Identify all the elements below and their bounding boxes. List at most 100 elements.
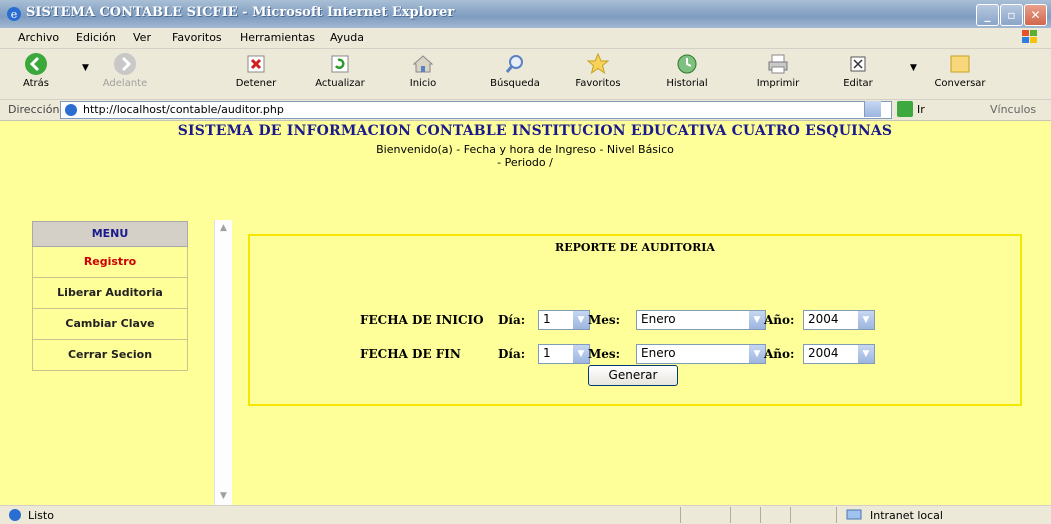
status-divider: [730, 507, 731, 523]
start-year-select[interactable]: 2004 ▼: [803, 310, 875, 330]
start-month-value: Enero: [641, 312, 676, 326]
end-day-select[interactable]: 1 ▼: [538, 344, 590, 364]
start-year-value: 2004: [808, 312, 839, 326]
scroll-down-icon[interactable]: ▼: [216, 489, 231, 504]
side-menu: MENU Registro Liberar Auditoria Cambiar …: [32, 221, 188, 371]
menu-ver[interactable]: Ver: [133, 31, 151, 44]
status-bar: Listo Intranet local: [0, 505, 1051, 524]
history-label: Historial: [666, 78, 708, 89]
star-icon: [586, 52, 610, 75]
links-label[interactable]: Vínculos: [990, 103, 1036, 116]
start-day-value: 1: [543, 312, 551, 326]
edit-label: Editar: [843, 78, 873, 89]
edit-icon: [850, 56, 866, 72]
page-icon: [65, 104, 77, 116]
start-day-label: Día:: [498, 313, 526, 327]
status-divider: [760, 507, 761, 523]
menu-favoritos[interactable]: Favoritos: [172, 31, 222, 44]
stop-label: Detener: [235, 78, 277, 89]
stop-icon: [247, 55, 265, 73]
menu-item-cerrar-secion[interactable]: Cerrar Secion: [32, 340, 188, 371]
start-month-select[interactable]: Enero ▼: [636, 310, 766, 330]
go-arrow-icon[interactable]: [897, 101, 913, 117]
menu-item-registro[interactable]: Registro: [32, 247, 188, 278]
start-year-label: Año:: [764, 313, 795, 327]
edit-dropdown-icon[interactable]: ▼: [910, 63, 917, 73]
print-button[interactable]: Imprimir: [752, 52, 804, 89]
stop-button[interactable]: Detener: [232, 52, 280, 89]
menu-edicion[interactable]: Edición: [76, 31, 116, 44]
menu-item-liberar-auditoria[interactable]: Liberar Auditoria: [32, 278, 188, 309]
go-button[interactable]: Ir: [917, 103, 925, 116]
status-text: Listo: [28, 509, 54, 522]
menu-scrollbar[interactable]: ▲ ▼: [214, 220, 232, 505]
forward-arrow-icon: [114, 53, 136, 75]
address-input[interactable]: http://localhost/contable/auditor.php: [60, 101, 892, 119]
ie-logo-icon: e: [7, 7, 21, 21]
search-label: Búsqueda: [490, 78, 540, 89]
maximize-button[interactable]: ▫: [1000, 4, 1023, 26]
start-date-label: FECHA DE INICIO: [360, 313, 484, 327]
back-dropdown-icon[interactable]: ▼: [82, 63, 89, 73]
start-month-label: Mes:: [588, 313, 621, 327]
discuss-label: Conversar: [934, 78, 986, 89]
history-icon: [677, 54, 697, 74]
chevron-down-icon: ▼: [573, 345, 589, 363]
end-date-row: FECHA DE FIN Día: 1 ▼ Mes: Enero ▼ Año: 20…: [250, 344, 1020, 364]
search-icon: [505, 55, 523, 73]
address-bar: Dirección http://localhost/contable/audi…: [0, 100, 1051, 121]
start-date-row: FECHA DE INICIO Día: 1 ▼ Mes: Enero ▼ Año:…: [250, 310, 1020, 330]
end-day-label: Día:: [498, 347, 526, 361]
address-dropdown-icon[interactable]: [864, 101, 881, 117]
browser-window: e SISTEMA CONTABLE SICFIE - Microsoft In…: [0, 0, 1051, 524]
favorites-label: Favoritos: [575, 78, 621, 89]
refresh-button[interactable]: Actualizar: [312, 52, 368, 89]
menu-archivo[interactable]: Archivo: [18, 31, 59, 44]
report-title: REPORTE DE AUDITORIA: [555, 241, 715, 254]
chevron-down-icon: ▼: [749, 311, 765, 329]
windows-logo-icon: [1022, 30, 1037, 43]
printer-icon: [768, 54, 788, 74]
edit-button[interactable]: Editar: [840, 52, 876, 89]
menu-herramientas[interactable]: Herramientas: [240, 31, 315, 44]
generate-button[interactable]: Generar: [588, 365, 678, 386]
end-year-value: 2004: [808, 346, 839, 360]
menu-ayuda[interactable]: Ayuda: [330, 31, 364, 44]
back-button[interactable]: Atrás: [16, 52, 56, 89]
end-month-select[interactable]: Enero ▼: [636, 344, 766, 364]
print-label: Imprimir: [756, 78, 800, 89]
toolbar: Atrás Adelante Detener Actualizar Inicio…: [0, 49, 1051, 100]
status-divider: [790, 507, 791, 523]
chevron-down-icon: ▼: [858, 311, 874, 329]
status-divider: [836, 507, 837, 523]
back-arrow-icon: [25, 53, 47, 75]
history-button[interactable]: Historial: [660, 52, 714, 89]
forward-label: Adelante: [102, 78, 148, 89]
discuss-icon: [950, 55, 970, 73]
home-button[interactable]: Inicio: [406, 52, 440, 89]
end-year-label: Año:: [764, 347, 795, 361]
page-title: SISTEMA DE INFORMACION CONTABLE INSTITUC…: [177, 123, 893, 139]
end-day-value: 1: [543, 346, 551, 360]
start-day-select[interactable]: 1 ▼: [538, 310, 590, 330]
menu-bar: Archivo Edición Ver Favoritos Herramient…: [0, 28, 1051, 49]
home-icon: [412, 55, 434, 73]
minimize-button[interactable]: _: [976, 4, 999, 26]
scroll-up-icon[interactable]: ▲: [216, 221, 231, 236]
refresh-icon: [331, 55, 349, 73]
page-status-icon: [9, 509, 21, 521]
discuss-button[interactable]: Conversar: [928, 52, 992, 89]
search-button[interactable]: Búsqueda: [487, 52, 543, 89]
menu-item-cambiar-clave[interactable]: Cambiar Clave: [32, 309, 188, 340]
chevron-down-icon: ▼: [573, 311, 589, 329]
forward-button[interactable]: Adelante: [100, 52, 150, 89]
address-label: Dirección: [8, 103, 60, 116]
chevron-down-icon: ▼: [858, 345, 874, 363]
end-month-label: Mes:: [588, 347, 621, 361]
zone-text: Intranet local: [870, 509, 943, 522]
page-content: SISTEMA DE INFORMACION CONTABLE INSTITUC…: [0, 121, 1051, 505]
favorites-button[interactable]: Favoritos: [571, 52, 625, 89]
close-button[interactable]: ✕: [1024, 4, 1047, 26]
end-year-select[interactable]: 2004 ▼: [803, 344, 875, 364]
chevron-down-icon: ▼: [749, 345, 765, 363]
